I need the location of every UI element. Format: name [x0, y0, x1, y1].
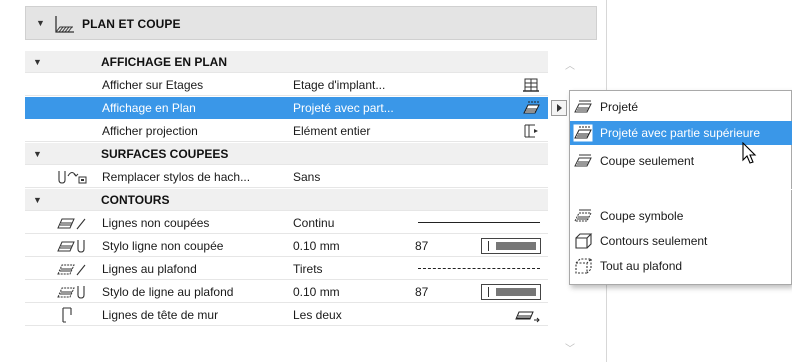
overhead-pen-icon — [57, 286, 85, 299]
projected-icon — [574, 100, 592, 113]
menu-item-contours-seulement[interactable]: Contours seulement — [570, 229, 792, 253]
group-affichage-en-plan[interactable]: ▼ AFFICHAGE EN PLAN — [25, 51, 548, 73]
menu-item-label: Projeté — [600, 100, 639, 114]
menu-item-coupe-seulement[interactable]: Coupe seulement — [570, 149, 792, 173]
row-stylo-ligne-plafond[interactable]: Stylo de ligne au plafond 0.10 mm 87 — [25, 281, 548, 303]
plan-display-popup-menu: Projeté Projeté avec partie supérieure C… — [569, 90, 792, 285]
settings-panel: ▼ PLAN ET COUPE ▼ AFFICHAGE EN PLAN Affi… — [0, 0, 607, 362]
row-affichage-en-plan[interactable]: Affichage en Plan Projeté avec part... — [25, 97, 567, 119]
wall-end-lines-icon — [62, 307, 72, 323]
group-title: CONTOURS — [101, 193, 170, 207]
uncut-lines-icon — [57, 218, 86, 230]
menu-item-coupe-symbole[interactable]: Coupe symbole — [570, 204, 792, 228]
dashed-line-preview — [418, 268, 540, 269]
menu-item-label: Contours seulement — [600, 234, 708, 248]
menu-item-projete-avec-partie-superieure[interactable]: Projeté avec partie supérieure — [570, 121, 792, 145]
menu-item-label: Coupe seulement — [600, 154, 695, 168]
row-label: Stylo de ligne au plafond — [102, 285, 234, 299]
projected-overhead-icon — [573, 124, 593, 142]
pen-color-swatch[interactable] — [481, 284, 541, 300]
collapse-arrow-icon[interactable]: ▼ — [33, 57, 42, 67]
symbolic-cut-icon — [574, 209, 592, 222]
menu-separator — [570, 189, 792, 190]
row-afficher-sur-etages[interactable]: Afficher sur Etages Etage d'implant... — [25, 74, 548, 96]
row-value[interactable]: Elément entier — [293, 124, 370, 138]
row-label: Afficher sur Etages — [102, 78, 204, 92]
row-label: Afficher projection — [102, 124, 198, 138]
menu-item-label: Coupe symbole — [600, 209, 684, 223]
solid-line-preview — [418, 222, 540, 223]
overhead-all-icon — [575, 258, 593, 274]
group-title: SURFACES COUPEES — [101, 147, 229, 161]
scroll-down-icon[interactable]: ﹀ — [565, 340, 575, 355]
cut-only-icon — [574, 154, 592, 167]
floor-stack-icon[interactable] — [521, 76, 541, 94]
hatch-pen-override-icon — [58, 171, 87, 184]
pen-number[interactable]: 87 — [415, 239, 428, 253]
mouse-cursor-icon — [742, 142, 757, 164]
row-value[interactable]: 0.10 mm — [293, 285, 340, 299]
group-title: AFFICHAGE EN PLAN — [101, 55, 227, 69]
uncut-pen-icon — [57, 240, 85, 253]
row-label: Lignes au plafond — [102, 262, 197, 276]
row-value[interactable]: Sans — [293, 170, 320, 184]
row-value[interactable]: 0.10 mm — [293, 239, 340, 253]
pen-number[interactable]: 87 — [415, 285, 428, 299]
row-label: Lignes non coupées — [102, 216, 210, 230]
section-header-plan-et-coupe[interactable]: ▼ PLAN ET COUPE — [25, 6, 597, 40]
collapse-arrow-icon[interactable]: ▼ — [33, 195, 42, 205]
group-surfaces-coupees[interactable]: ▼ SURFACES COUPEES — [25, 143, 548, 165]
menu-item-label: Tout au plafond — [600, 259, 683, 273]
row-afficher-projection[interactable]: Afficher projection Elément entier — [25, 120, 548, 142]
projected-overhead-icon[interactable] — [521, 99, 541, 117]
row-value[interactable]: Projeté avec part... — [293, 101, 394, 115]
menu-item-projete[interactable]: Projeté — [570, 95, 792, 119]
row-label: Remplacer stylos de hach... — [102, 170, 251, 184]
row-value[interactable]: Les deux — [293, 308, 342, 322]
collapse-arrow-icon[interactable]: ▼ — [36, 18, 45, 28]
row-stylo-ligne-non-coupee[interactable]: Stylo ligne non coupée 0.10 mm 87 — [25, 235, 548, 257]
group-contours[interactable]: ▼ CONTOURS — [25, 189, 548, 211]
row-label: Lignes de tête de mur — [102, 308, 219, 322]
scroll-up-icon[interactable]: ︿ — [565, 57, 575, 72]
pen-color-swatch[interactable] — [481, 238, 541, 254]
entire-element-icon[interactable] — [521, 122, 541, 140]
section-title: PLAN ET COUPE — [82, 17, 181, 31]
row-lignes-non-coupees[interactable]: Lignes non coupées Continu — [25, 212, 548, 234]
wall-end-dropdown-icon[interactable] — [513, 306, 541, 324]
row-label: Affichage en Plan — [102, 101, 196, 115]
row-value[interactable]: Tirets — [293, 262, 323, 276]
row-value[interactable]: Continu — [293, 216, 334, 230]
collapse-arrow-icon[interactable]: ▼ — [33, 149, 42, 159]
row-lignes-tete-de-mur[interactable]: Lignes de tête de mur Les deux — [25, 304, 548, 326]
menu-item-label: Projeté avec partie supérieure — [600, 126, 761, 140]
menu-item-tout-au-plafond[interactable]: Tout au plafond — [570, 254, 792, 278]
outlines-only-icon — [575, 233, 593, 249]
row-label: Stylo ligne non coupée — [102, 239, 224, 253]
plan-section-icon — [55, 16, 74, 33]
row-lignes-au-plafond[interactable]: Lignes au plafond Tirets — [25, 258, 548, 280]
overhead-lines-icon — [57, 264, 86, 276]
row-value[interactable]: Etage d'implant... — [293, 78, 385, 92]
row-remplacer-stylos[interactable]: Remplacer stylos de hach... Sans — [25, 166, 548, 188]
